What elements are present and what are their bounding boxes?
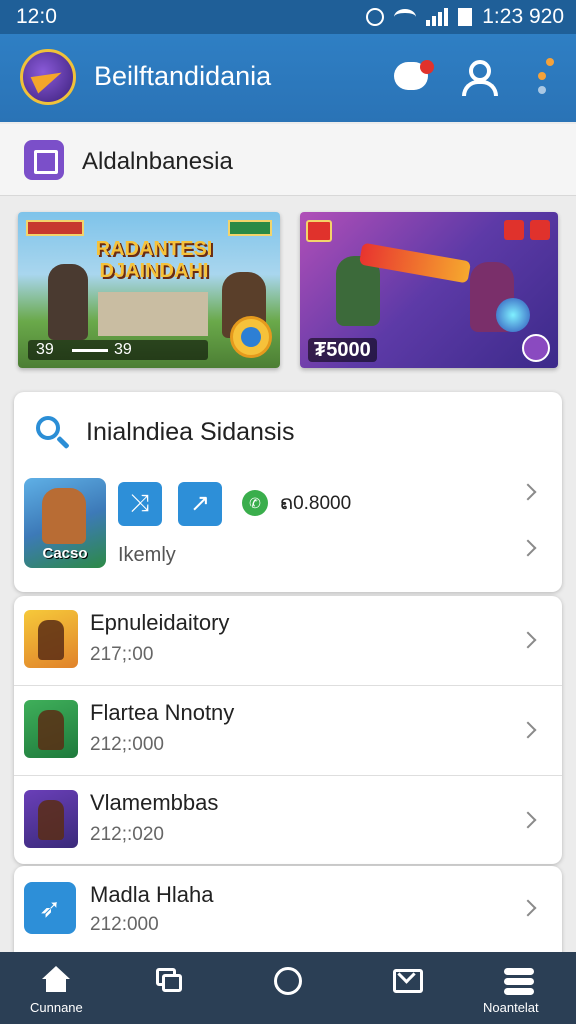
item-name: Vlamembbas [90,790,219,815]
nav-home[interactable]: Cunnane [0,952,112,1024]
subtitle-text: Ikemly [118,544,176,566]
notification-dot [420,60,434,74]
game-list: Epnuleidaitory 217;:00 Flartea Nnotny 21… [14,596,562,864]
item-count: 212;:000 [90,734,164,755]
item-count: 212;:020 [90,824,164,845]
search-icon[interactable] [34,414,74,454]
nav-chat[interactable] [228,952,348,1024]
nav-home-label: Cunnane [30,1000,83,1015]
alarm-icon [366,8,385,26]
game-thumbnail [24,700,78,758]
banner-title: RADANTESI DJAINDAHI [95,238,213,282]
battery-icon [458,8,473,26]
banner-game-1[interactable]: RADANTESI DJAINDAHI 39 39 [18,212,280,368]
phone-icon: ✆ [242,490,268,516]
section-title: Aldalnbanesia [82,148,233,175]
signal-icon [426,8,449,26]
app-bar: Beilftandidania [0,34,576,122]
chevron-right-icon[interactable] [519,539,537,557]
list-item[interactable]: Vlamembbas 212;:020 [14,776,562,866]
bottom-nav: Cunnane Noantelat [0,952,576,1024]
profile-icon[interactable] [460,58,500,98]
game-thumbnail [24,790,78,848]
banner-score-a: 39 [36,341,54,358]
banner-badge [530,220,550,240]
nav-mail[interactable] [348,952,468,1024]
banner-game-2[interactable]: ₮5000 [300,212,558,368]
folder-icon [24,140,64,180]
nav-menu[interactable]: Noantelat [468,952,576,1024]
sync-icon[interactable] [230,316,272,358]
status-right: 1:23 920 [366,5,564,29]
app-logo[interactable] [20,49,76,105]
chevron-right-icon[interactable] [519,899,537,917]
home-icon [41,966,71,996]
item-name: Madla Hlaha [90,882,214,907]
status-time-right: 1:23 920 [482,5,564,28]
rocket-icon: ➶ [24,882,76,934]
banner-score: ₮5000 [308,338,377,362]
castle-art [98,292,208,336]
item-count: 212:000 [90,914,159,935]
chevron-right-icon[interactable] [519,483,537,501]
status-time-left: 12:0 [16,5,57,28]
banner-score-b: 39 [114,341,132,358]
banner-score: 39 39 [28,340,208,360]
search-card: Inialndiea Sidansis Cacso ⤨ ↗ ✆ ຄ0.8000 … [14,392,562,592]
menu-stack-icon [504,966,534,996]
chevron-right-icon[interactable] [519,811,537,829]
list-item[interactable]: Flartea Nnotny 212;:000 [14,686,562,776]
nav-menu-label: Noantelat [483,1000,539,1015]
item-count: 217;:00 [90,644,154,665]
game-thumbnail [24,610,78,668]
list-item[interactable]: Epnuleidaitory 217;:00 [14,596,562,686]
list-item[interactable]: ➶ Madla Hlaha 212:000 [14,866,562,956]
wifi-icon [394,9,417,25]
banner-score-bar [72,349,108,352]
price-text: ຄ0.8000 [280,493,352,514]
search-label[interactable]: Inialndiea Sidansis [86,418,294,447]
status-bar: 12:0 1:23 920 [0,0,576,34]
banner-badge [504,220,524,240]
game-thumb-label: Cacso [42,545,88,562]
section-header[interactable]: Aldalnbanesia [0,124,576,196]
orb-art [496,298,530,332]
chevron-right-icon[interactable] [519,721,537,739]
chat-icon[interactable] [390,54,436,100]
nav-windows[interactable] [112,952,228,1024]
banner-topbar [26,220,272,236]
more-icon[interactable] [534,58,560,98]
banner-badge [306,220,332,242]
windows-icon [154,966,184,996]
shuffle-icon[interactable]: ⤨ [118,482,162,526]
chevron-right-icon[interactable] [519,631,537,649]
game-thumbnail[interactable]: Cacso [24,478,106,568]
banner-tag-right [228,220,272,236]
fighter-art [48,264,88,340]
banner-tag-left [26,220,84,236]
app-title: Beilftandidania [94,61,272,91]
help-icon[interactable] [522,334,550,362]
edit-icon[interactable]: ↗ [178,482,222,526]
item-name: Epnuleidaitory [90,610,230,635]
chat-circle-icon [273,966,303,996]
item-name: Flartea Nnotny [90,700,235,725]
mail-icon [393,965,423,996]
